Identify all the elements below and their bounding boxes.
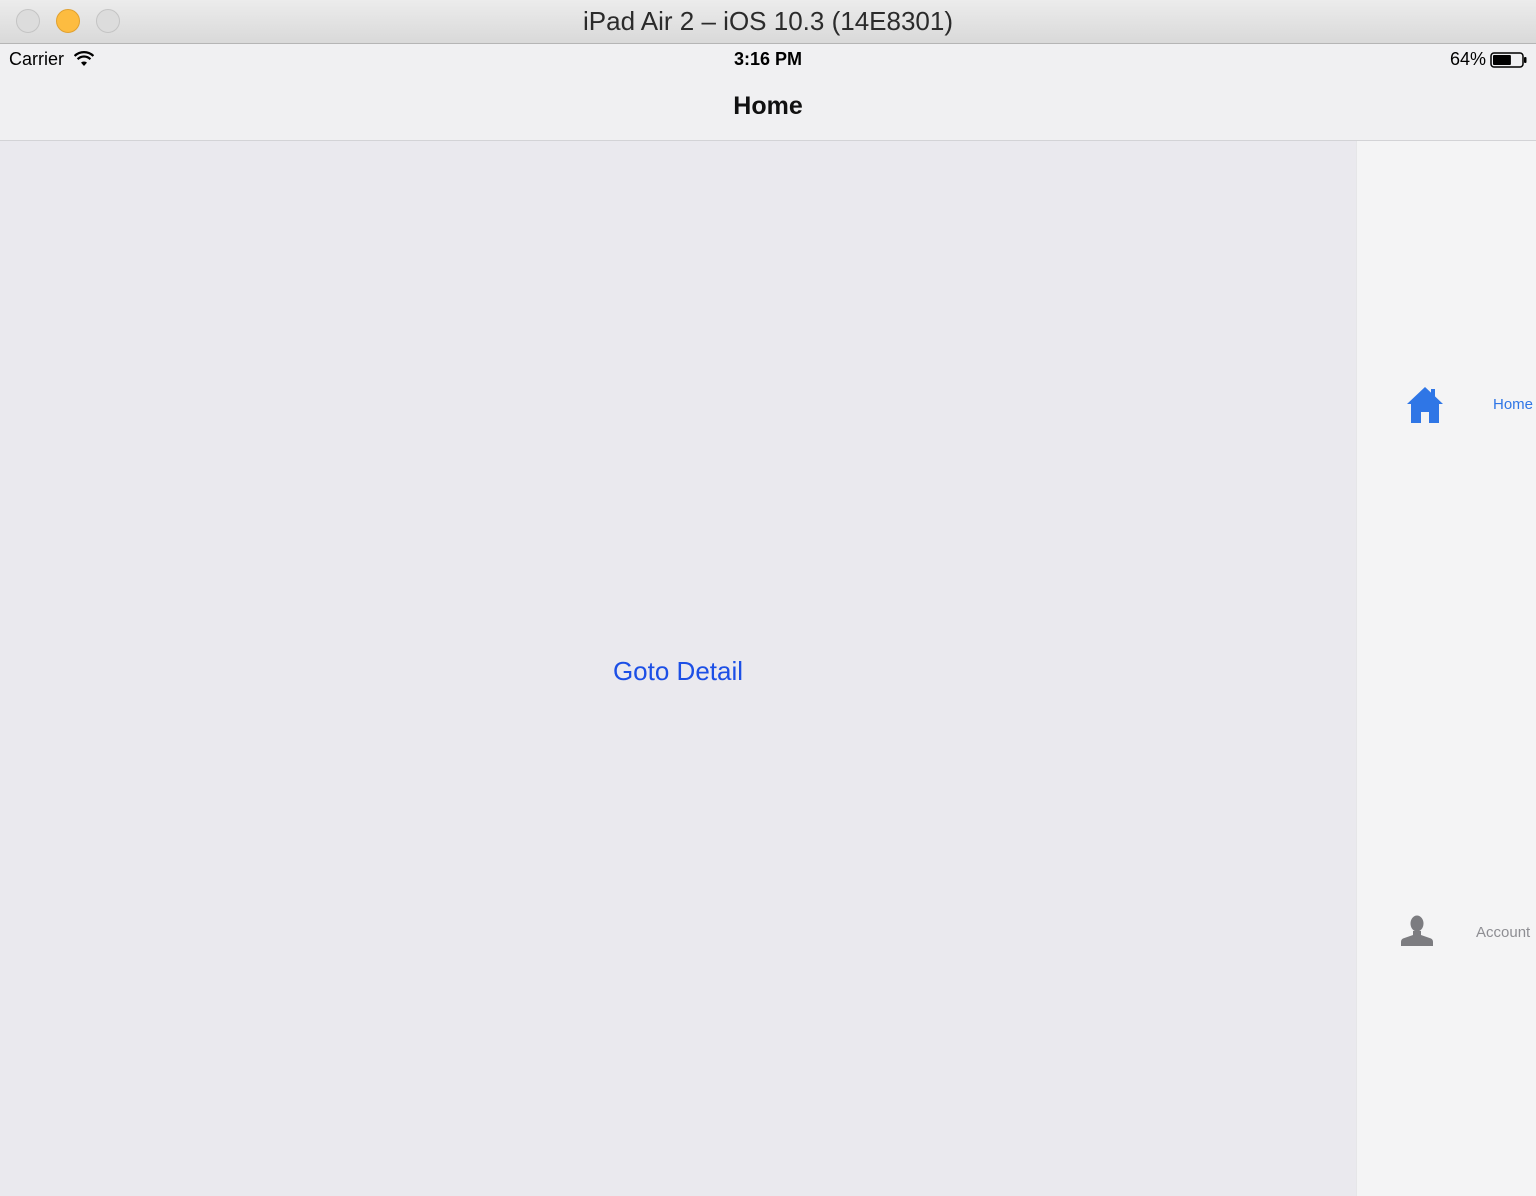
simulator-window: iPad Air 2 – iOS 10.3 (14E8301) Carrier … bbox=[0, 0, 1536, 1196]
tab-home-label: Home bbox=[1493, 396, 1534, 413]
window-titlebar: iPad Air 2 – iOS 10.3 (14E8301) bbox=[0, 0, 1536, 44]
status-time: 3:16 PM bbox=[733, 49, 803, 69]
tab-account[interactable]: Account bbox=[1357, 902, 1536, 962]
battery-percent: 64% bbox=[1449, 49, 1486, 69]
person-icon bbox=[1401, 915, 1433, 946]
goto-detail-button[interactable]: Goto Detail bbox=[578, 651, 778, 691]
main-content: Goto Detail bbox=[0, 141, 1356, 1196]
tab-home[interactable]: Home bbox=[1357, 373, 1536, 433]
side-tab-bar: Home Account bbox=[1356, 141, 1536, 1196]
status-bar: Carrier 3:16 PM 64% bbox=[0, 44, 1536, 76]
navigation-bar: Home bbox=[0, 76, 1536, 141]
house-icon bbox=[1407, 387, 1443, 423]
window-title: iPad Air 2 – iOS 10.3 (14E8301) bbox=[582, 6, 953, 36]
page-title: Home bbox=[733, 92, 803, 120]
battery-icon bbox=[1490, 52, 1527, 68]
tab-account-label: Account bbox=[1476, 924, 1531, 941]
